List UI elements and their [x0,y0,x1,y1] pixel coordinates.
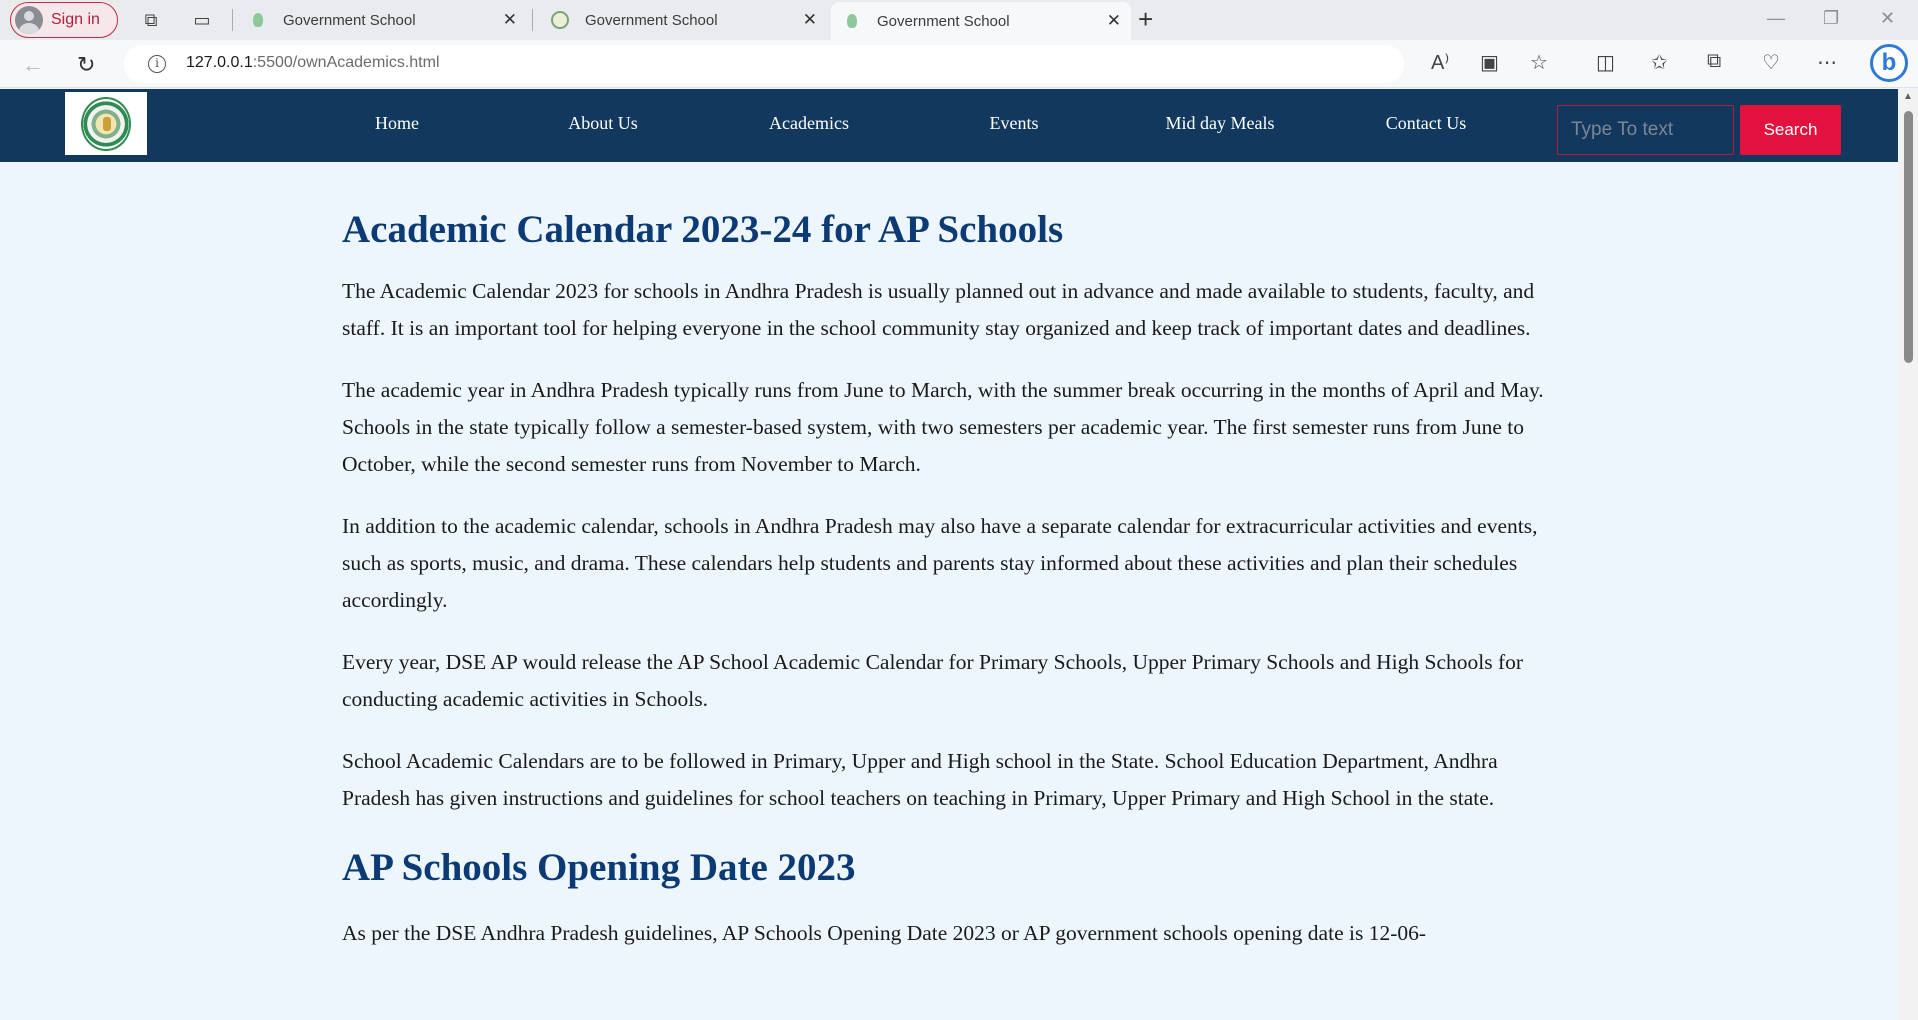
nav-mid-day-meals[interactable]: Mid day Meals [1140,113,1300,134]
url-text: 127.0.0.1:5500/ownAcademics.html [186,54,440,71]
browser-essentials-icon[interactable]: ♡ [1762,50,1780,75]
paragraph-partial: As per the DSE Andhra Pradesh guidelines… [342,921,1427,945]
tab-title: Government School [877,12,1010,30]
tab-2[interactable]: Government School ✕ [537,0,827,40]
tab-close-icon[interactable]: ✕ [803,10,817,30]
nav-about-us[interactable]: About Us [523,113,683,134]
back-arrow-icon[interactable]: ← [22,52,44,78]
new-tab-button[interactable]: + [1138,6,1153,32]
tab-3-active[interactable]: Government School ✕ [831,2,1131,40]
nav-contact-us[interactable]: Contact Us [1346,113,1506,134]
nav-home[interactable]: Home [317,113,477,134]
nav-events[interactable]: Events [934,113,1094,134]
tab-separator [532,9,533,31]
scrollbar-thumb[interactable] [1904,111,1913,363]
academics-content: Academic Calendar 2023-24 for AP Schools… [342,162,1562,977]
nav-academics[interactable]: Academics [729,113,889,134]
site-info-icon[interactable]: i [148,55,166,73]
paragraph: In addition to the academic calendar, sc… [342,514,1538,612]
url-field[interactable]: i 127.0.0.1:5500/ownAcademics.html [124,45,1404,83]
tab-close-icon[interactable]: ✕ [503,10,517,30]
vertical-tabs-icon[interactable]: ▭ [190,8,214,32]
read-aloud-icon[interactable]: A⁾ [1431,50,1449,75]
bing-copilot-icon[interactable]: b [1870,44,1908,82]
site-favicon-icon [551,11,569,29]
site-navbar: Home About Us Academics Events Mid day M… [0,89,1898,162]
immersive-reader-icon[interactable]: ▣ [1480,50,1499,75]
paragraph: Every year, DSE AP would release the AP … [342,650,1524,711]
paragraph: School Academic Calendars are to be foll… [342,749,1498,810]
tab-1[interactable]: Government School ✕ [237,0,527,40]
reload-icon[interactable]: ↻ [77,52,95,78]
state-emblem-icon [81,96,131,151]
profile-signin-button[interactable]: Sign in [10,2,118,38]
workspaces-icon[interactable]: ⧉ [139,8,163,32]
favorites-icon[interactable]: ✩ [1651,50,1668,75]
site-search-input[interactable] [1557,105,1734,155]
collections-icon[interactable]: ⧉ [1707,50,1721,73]
page-title: Academic Calendar 2023-24 for AP Schools [342,208,1064,251]
page-scrollbar[interactable]: ▲ [1898,89,1918,1020]
tab-title: Government School [283,11,416,29]
favorite-star-icon[interactable]: ☆ [1530,50,1548,75]
site-favicon-icon [847,14,857,28]
site-search-button[interactable]: Search [1740,105,1841,155]
more-icon[interactable]: ⋯ [1817,50,1837,75]
browser-tab-bar: Sign in ⧉ ▭ Government School ✕ Governme… [0,0,1918,40]
split-screen-icon[interactable]: ◫ [1596,50,1615,75]
paragraph: The Academic Calendar 2023 for schools i… [342,279,1535,340]
minimize-icon[interactable]: — [1767,8,1785,29]
restore-icon[interactable]: ❐ [1823,8,1839,29]
browser-address-bar: ← ↻ i 127.0.0.1:5500/ownAcademics.html A… [0,40,1918,88]
site-favicon-icon [253,13,263,27]
section-heading: AP Schools Opening Date 2023 [342,846,856,889]
tab-title: Government School [585,11,718,29]
scroll-up-arrow-icon[interactable]: ▲ [1903,91,1913,102]
profile-avatar-icon [15,6,43,34]
tab-close-icon[interactable]: ✕ [1107,11,1121,31]
paragraph: The academic year in Andhra Pradesh typi… [342,378,1544,476]
signin-label: Sign in [51,11,100,28]
tab-separator [232,9,233,31]
ap-govt-logo[interactable] [65,92,147,155]
window-close-icon[interactable]: ✕ [1880,8,1895,29]
